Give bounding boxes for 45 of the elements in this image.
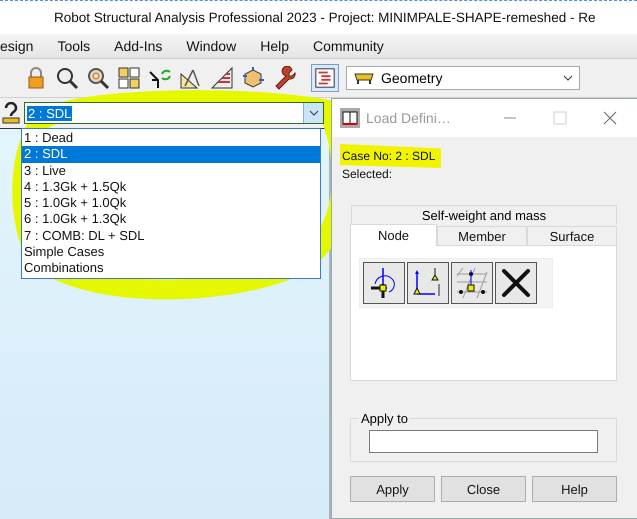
apply-to-label: Apply to [360,411,409,426]
tree-view-button[interactable] [311,64,339,92]
caret-icon [563,75,573,81]
dropdown-option[interactable]: 1 : Dead [22,130,320,146]
close-icon[interactable] [603,111,617,125]
dialog-button[interactable]: Close [441,476,526,502]
dialog-app-icon [340,108,360,128]
dropdown-option[interactable]: 6 : 1.0Gk + 1.3Qk [22,211,320,228]
hatch-icon[interactable] [210,66,234,90]
dialog-title: Load Defini… [366,110,452,126]
target-zoom-icon[interactable] [86,66,110,90]
dialog-button[interactable]: Apply [350,476,435,502]
menu-item[interactable]: Community [301,38,396,54]
dropdown-option[interactable]: 2 : SDL [22,146,320,163]
caret-icon [308,110,318,116]
dropdown-option[interactable]: 3 : Live [22,162,320,179]
tab[interactable]: Member [437,226,527,246]
dropdown-button[interactable] [303,103,323,123]
view-grid-icon[interactable] [117,66,141,90]
delete-load-button[interactable] [495,262,537,304]
table-icon [353,72,375,84]
menu-item[interactable]: Help [248,38,301,54]
help-icon[interactable] [2,102,20,124]
dropdown-option[interactable]: Combinations [22,260,320,277]
selected-label: Selected: [342,166,392,183]
dropdown-option[interactable]: Simple Cases [22,244,320,260]
load-case-dropdown[interactable]: 2 : SDL [24,102,324,124]
tab[interactable]: Surface [527,226,617,246]
support-displacement-button[interactable] [407,262,449,304]
menu-item[interactable]: esign [0,38,46,54]
dropdown-option[interactable]: 4 : 1.3Gk + 1.5Qk [22,178,320,196]
layout-dropdown[interactable]: Geometry [346,66,580,90]
dropdown-option[interactable]: 5 : 1.0Gk + 1.0Qk [22,195,320,212]
nodal-force-button[interactable] [363,262,405,304]
case-number-label: Case No: 2 : SDL [340,144,442,168]
tab[interactable]: Node [350,224,437,246]
menu-item[interactable]: Add-Ins [102,38,174,54]
zoom-icon[interactable] [55,66,79,90]
apply-to-field[interactable] [369,430,598,453]
dialog-button[interactable]: Help [532,476,617,502]
dropdown-option[interactable]: 7 : COMB: DL + SDL [22,228,320,244]
menu-item[interactable]: Tools [45,38,102,54]
window-title: Robot Structural Analysis Professional 2023 - Project: MINIMPALE-SHAPE-remeshed - Re [54,10,596,25]
menu-item[interactable]: Window [174,38,248,54]
grid-load-button[interactable] [451,262,493,304]
